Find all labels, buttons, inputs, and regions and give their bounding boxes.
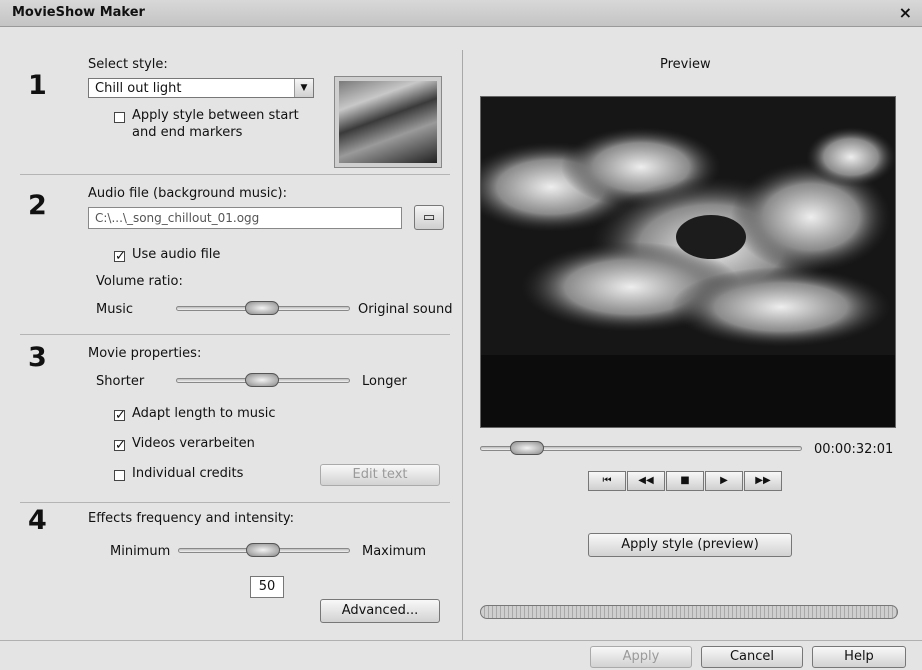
- select-style-label: Select style:: [88, 57, 168, 72]
- videos-label: Videos verarbeiten: [132, 436, 255, 451]
- apply-markers-label-1: Apply style between start: [132, 108, 299, 123]
- window-title: MovieShow Maker: [12, 5, 145, 20]
- time-readout: 00:00:32:01: [814, 442, 894, 457]
- check-icon: ✓: [115, 408, 126, 423]
- check-icon: ✓: [115, 438, 126, 453]
- maximum-label: Maximum: [362, 544, 427, 559]
- effects-slider-knob[interactable]: [246, 543, 280, 557]
- step-number-3: 3: [28, 342, 47, 373]
- apply-markers-label-2: and end markers: [132, 125, 243, 140]
- cloud-scene-image: [481, 97, 895, 427]
- audio-file-path: C:\...\_song_chillout_01.ogg: [95, 211, 260, 225]
- skip-to-start-icon[interactable]: ⏮: [588, 471, 626, 491]
- apply-button[interactable]: Apply: [590, 646, 692, 668]
- effects-label: Effects frequency and intensity:: [88, 511, 295, 526]
- movie-properties-label: Movie properties:: [88, 346, 202, 361]
- apply-markers-checkbox[interactable]: [114, 112, 125, 123]
- play-icon[interactable]: ▶: [705, 471, 743, 491]
- adapt-length-checkbox[interactable]: ✓: [114, 408, 126, 423]
- timeline-slider-knob[interactable]: [510, 441, 544, 455]
- step-number-1: 1: [28, 70, 47, 101]
- use-audio-label: Use audio file: [132, 247, 221, 262]
- original-sound-label: Original sound: [358, 302, 453, 317]
- credits-checkbox[interactable]: [114, 470, 125, 481]
- audio-file-input[interactable]: C:\...\_song_chillout_01.ogg: [88, 207, 402, 229]
- volume-slider-knob[interactable]: [245, 301, 279, 315]
- close-icon[interactable]: ×: [899, 3, 912, 22]
- chevron-down-icon[interactable]: ▼: [294, 79, 313, 97]
- browse-folder-button[interactable]: ▭: [414, 205, 444, 230]
- edit-text-button[interactable]: Edit text: [320, 464, 440, 486]
- longer-label: Longer: [362, 374, 407, 389]
- adapt-length-label: Adapt length to music: [132, 406, 276, 421]
- style-thumbnail-image: [339, 81, 437, 163]
- advanced-button[interactable]: Advanced...: [320, 599, 440, 623]
- volume-ratio-label: Volume ratio:: [96, 274, 183, 289]
- step-number-4: 4: [28, 505, 47, 536]
- style-thumbnail: [334, 76, 442, 168]
- fast-forward-icon[interactable]: ▶▶: [744, 471, 782, 491]
- use-audio-checkbox[interactable]: ✓: [114, 249, 126, 264]
- progress-bar: [480, 605, 898, 619]
- column-divider: [462, 50, 463, 640]
- style-select[interactable]: Chill out light ▼: [88, 78, 314, 98]
- section-divider-1: [20, 174, 450, 175]
- style-select-value: Chill out light: [95, 81, 182, 96]
- credits-label: Individual credits: [132, 466, 244, 481]
- help-button[interactable]: Help: [812, 646, 906, 668]
- apply-style-preview-button[interactable]: Apply style (preview): [588, 533, 792, 557]
- preview-label: Preview: [660, 57, 711, 72]
- music-label: Music: [96, 302, 133, 317]
- minimum-label: Minimum: [110, 544, 171, 559]
- check-icon: ✓: [115, 249, 126, 264]
- folder-icon: ▭: [422, 210, 436, 225]
- cancel-button[interactable]: Cancel: [701, 646, 803, 668]
- shorter-label: Shorter: [96, 374, 145, 389]
- preview-video: [480, 96, 896, 428]
- audio-file-label: Audio file (background music):: [88, 186, 287, 201]
- rewind-icon[interactable]: ◀◀: [627, 471, 665, 491]
- effects-value-input[interactable]: 50: [250, 576, 284, 598]
- section-divider-3: [20, 502, 450, 503]
- stop-icon[interactable]: ■: [666, 471, 704, 491]
- videos-checkbox[interactable]: ✓: [114, 438, 126, 453]
- footer-divider: [0, 640, 922, 641]
- section-divider-2: [20, 334, 450, 335]
- step-number-2: 2: [28, 190, 47, 221]
- length-slider-knob[interactable]: [245, 373, 279, 387]
